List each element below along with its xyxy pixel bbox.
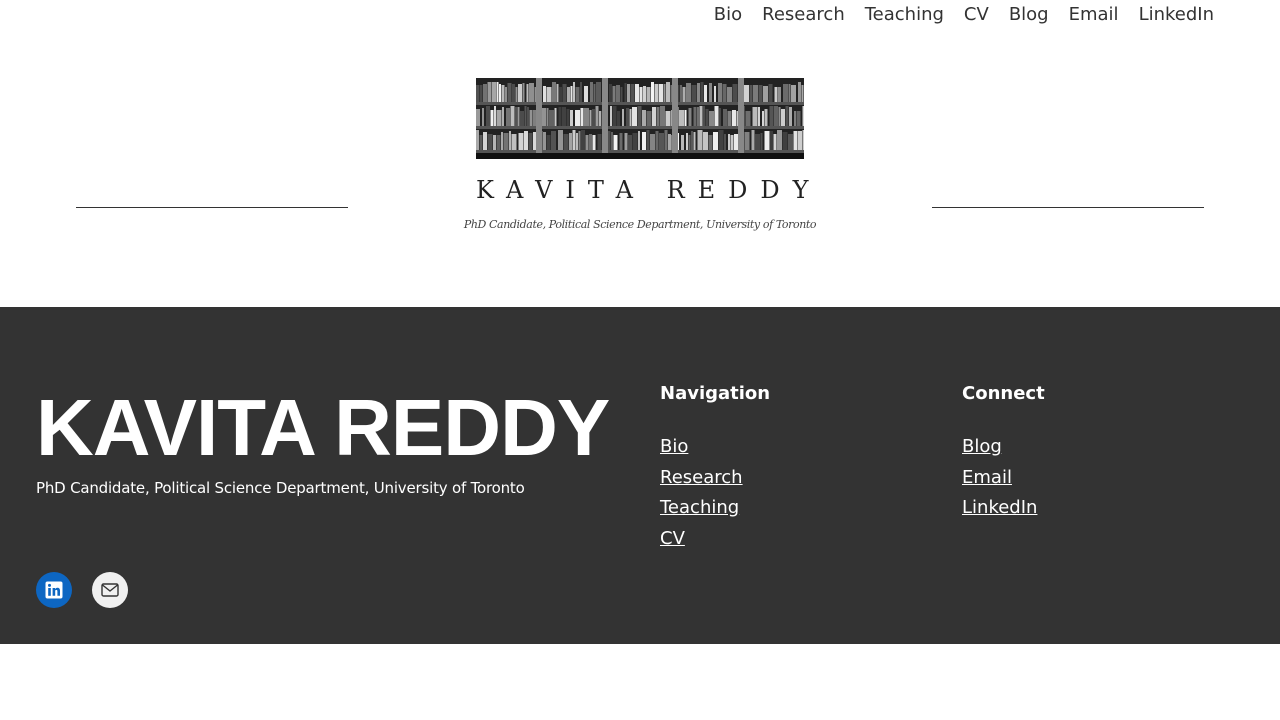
footer-link-blog[interactable]: Blog: [962, 432, 1045, 463]
top-nav-teaching[interactable]: Teaching: [865, 4, 944, 26]
top-nav: Bio Research Teaching CV Blog Email Link…: [694, 4, 1214, 26]
top-nav-research[interactable]: Research: [762, 4, 845, 26]
top-nav-blog[interactable]: Blog: [1009, 4, 1049, 26]
bookshelf-banner-image: [476, 78, 804, 159]
footer: KAVITA REDDY PhD Candidate, Political Sc…: [0, 307, 1280, 644]
top-nav-linkedin[interactable]: LinkedIn: [1139, 4, 1214, 26]
left-divider: [76, 207, 348, 208]
right-divider: [932, 207, 1204, 208]
footer-link-bio[interactable]: Bio: [660, 432, 770, 463]
footer-link-cv[interactable]: CV: [660, 524, 770, 555]
navigation-heading: Navigation: [660, 383, 771, 404]
top-nav-bio[interactable]: Bio: [714, 4, 742, 26]
top-nav-email[interactable]: Email: [1069, 4, 1119, 26]
top-nav-cv[interactable]: CV: [964, 4, 989, 26]
hero-tagline: PhD Candidate, Political Science Departm…: [463, 218, 817, 231]
footer-tagline: PhD Candidate, Political Science Departm…: [36, 479, 525, 497]
footer-link-teaching[interactable]: Teaching: [660, 493, 770, 524]
footer-link-research[interactable]: Research: [660, 463, 770, 494]
footer-link-email[interactable]: Email: [962, 463, 1045, 494]
linkedin-icon[interactable]: [36, 572, 72, 608]
connect-heading: Connect: [962, 383, 1045, 404]
footer-connect: Connect Blog Email LinkedIn: [962, 383, 1045, 524]
social-icons: [36, 572, 128, 608]
footer-link-linkedin[interactable]: LinkedIn: [962, 493, 1045, 524]
footer-navigation: Navigation Bio Research Teaching CV: [660, 383, 770, 554]
footer-name: KAVITA REDDY: [36, 383, 610, 472]
hero-name: KAVITA REDDY: [476, 176, 822, 204]
mail-icon[interactable]: [92, 572, 128, 608]
